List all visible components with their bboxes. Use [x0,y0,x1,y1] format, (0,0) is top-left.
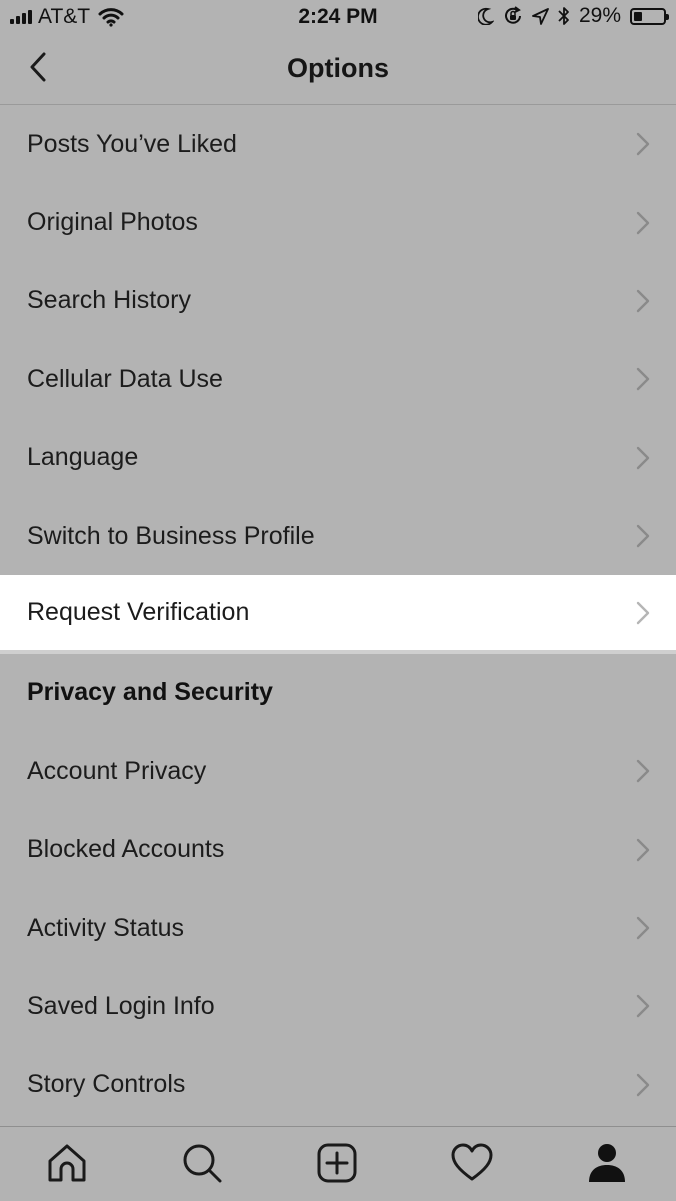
menu-item-label: Request Verification [27,598,250,627]
chevron-right-icon [636,760,650,783]
search-icon [183,1144,222,1183]
chevron-right-icon [636,211,650,234]
moon-icon [477,7,494,25]
menu-item-label: Account Privacy [27,756,207,785]
menu-item-original-photos[interactable]: Original Photos [0,183,676,261]
navigation-bar: Options [0,34,676,105]
tab-add-post[interactable] [315,1141,359,1185]
menu-item-language[interactable]: Language [0,419,676,497]
menu-item-request-verification[interactable]: Request Verification [0,575,676,654]
menu-item-activity-status[interactable]: Activity Status [0,889,676,967]
chevron-right-icon [636,601,650,624]
tab-profile[interactable] [585,1141,629,1185]
tab-activity[interactable] [450,1141,494,1185]
menu-item-label: Cellular Data Use [27,364,223,393]
section-header-label: Privacy and Security [27,678,273,707]
chevron-right-icon [636,289,650,313]
chevron-right-icon [636,916,650,940]
menu-item-saved-login[interactable]: Saved Login Info [0,967,676,1045]
section-header-privacy: Privacy and Security [0,654,676,732]
battery-icon [630,7,669,25]
menu-item-label: Search History [27,286,191,315]
profile-icon [589,1144,625,1182]
add-post-icon [317,1143,357,1183]
menu-item-story-controls[interactable]: Story Controls [0,1046,676,1124]
menu-item-label: Story Controls [27,1070,186,1099]
chevron-right-icon [636,368,650,391]
chevron-right-icon [636,995,650,1018]
menu-item-label: Activity Status [27,913,184,942]
status-bar: AT&T 2:24 PM 29% [0,0,676,34]
menu-item-label: Saved Login Info [27,991,215,1020]
chevron-right-icon [636,132,650,156]
menu-item-label: Switch to Business Profile [27,521,315,550]
status-right: 29% [477,4,669,28]
menu-item-label: Language [27,443,139,472]
menu-item-cellular-data[interactable]: Cellular Data Use [0,340,676,418]
menu-item-posts-liked[interactable]: Posts You’ve Liked [0,105,676,183]
menu-item-account-privacy[interactable]: Account Privacy [0,732,676,810]
menu-item-business-profile[interactable]: Switch to Business Profile [0,497,676,575]
chevron-right-icon [636,1073,650,1097]
tab-home[interactable] [45,1141,89,1185]
options-list: Posts You’ve Liked Original Photos Searc… [0,105,676,1124]
battery-percent: 29% [578,4,621,27]
menu-item-label: Original Photos [27,208,198,237]
menu-item-blocked-accounts[interactable]: Blocked Accounts [0,811,676,889]
menu-item-label: Blocked Accounts [27,835,225,864]
tab-search[interactable] [180,1141,224,1185]
bluetooth-icon [558,7,569,25]
chevron-right-icon [636,524,650,548]
chevron-right-icon [636,446,650,469]
location-icon [532,7,549,25]
rotation-lock-icon [504,6,521,24]
chevron-right-icon [636,838,650,861]
home-icon [48,1144,86,1182]
menu-item-label: Posts You’ve Liked [27,129,237,158]
tab-bar [0,1126,676,1201]
page-title: Options [287,53,389,83]
heart-icon [451,1143,493,1181]
menu-item-search-history[interactable]: Search History [0,262,676,340]
